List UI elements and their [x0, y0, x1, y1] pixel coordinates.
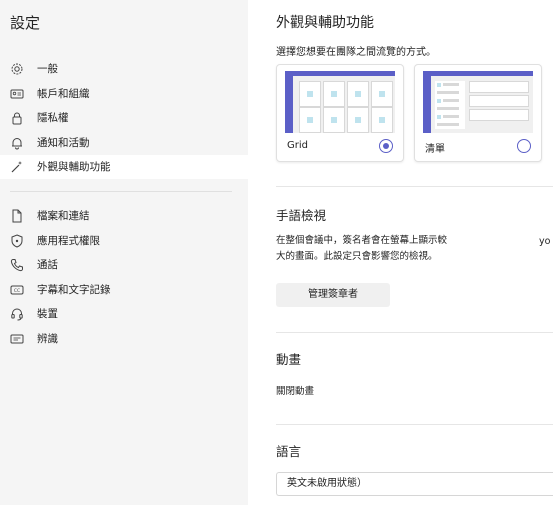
list-preview [423, 71, 533, 133]
sidebar-item-calls[interactable]: 通話 [0, 253, 248, 277]
sidebar-divider [10, 191, 232, 192]
turn-off-animation-option[interactable]: 關閉動畫 [276, 383, 314, 397]
sign-language-description-2: 大的畫面。此設定只會影響您的檢視。 [276, 251, 438, 262]
svg-text:CC: CC [14, 288, 20, 294]
language-select[interactable]: 英文未啟用狀態） [276, 472, 553, 496]
sidebar-item-label: 應用程式權限 [37, 235, 100, 247]
sidebar-item-label: 檔案和連結 [37, 210, 90, 222]
layout-option-grid[interactable]: Grid [276, 64, 404, 162]
settings-title: 設定 [10, 14, 41, 32]
sidebar-item-label: 辨識 [37, 333, 58, 345]
animation-heading: 動畫 [276, 352, 302, 367]
bell-icon [12, 138, 22, 150]
sign-language-description-1: 在整個會議中，簽名者會在螢幕上顯示較 [276, 235, 448, 246]
sidebar-item-general[interactable]: 一般 [0, 57, 248, 81]
sidebar-item-notifications[interactable]: 通知和活動 [0, 131, 248, 155]
layout-subtitle: 選擇您想要在團隊之間流覽的方式。 [276, 47, 436, 58]
lock-icon [12, 112, 22, 125]
recognition-icon [10, 334, 24, 344]
sidebar-item-label: 一般 [37, 63, 58, 75]
sidebar-item-label: 帳戶和組織 [37, 88, 90, 100]
list-radio[interactable] [517, 139, 531, 153]
file-icon [12, 209, 22, 223]
magic-wand-icon [11, 161, 22, 173]
grid-radio[interactable] [379, 139, 393, 153]
sidebar-item-label: 通話 [37, 259, 58, 271]
sidebar-item-recognition[interactable]: 辨識 [0, 327, 248, 351]
settings-content: 外觀與輔助功能 選擇您想要在團隊之間流覽的方式。 Grid 清單 手語檢視 在整… [248, 0, 553, 505]
headset-icon [11, 308, 23, 321]
sidebar-item-permissions[interactable]: 應用程式權限 [0, 229, 248, 253]
truncated-text: yo [539, 236, 551, 247]
section-divider [276, 332, 553, 333]
sidebar-item-devices[interactable]: 裝置 [0, 302, 248, 326]
sidebar-item-label: 字幕和文字記錄 [37, 284, 111, 296]
sidebar-item-label: 隱私權 [37, 112, 69, 124]
layout-option-label: 清單 [425, 144, 445, 155]
sidebar-item-privacy[interactable]: 隱私權 [0, 106, 248, 130]
sign-language-heading: 手語檢視 [276, 208, 327, 223]
manage-signers-button[interactable]: 管理簽章者 [276, 283, 390, 307]
sidebar-item-accounts[interactable]: 帳戶和組織 [0, 82, 248, 106]
shield-icon [11, 234, 23, 248]
language-heading: 語言 [276, 444, 302, 459]
captions-icon: CC [10, 285, 24, 295]
grid-preview [285, 71, 395, 133]
section-divider [276, 186, 553, 187]
sidebar-item-appearance[interactable]: 外觀與輔助功能 [0, 155, 248, 179]
phone-icon [10, 259, 23, 272]
layout-option-list[interactable]: 清單 [414, 64, 542, 162]
sidebar-item-label: 外觀與輔助功能 [37, 161, 111, 173]
sidebar-item-label: 裝置 [37, 308, 58, 320]
section-divider [276, 424, 553, 425]
gear-icon [11, 63, 23, 75]
sidebar-item-label: 通知和活動 [37, 137, 90, 149]
settings-sidebar: 設定 一般 帳戶和組織 隱私權 通知和活動 外觀與輔助功能 檔案和連結 應用程式… [0, 0, 248, 505]
page-title: 外觀與輔助功能 [276, 15, 374, 31]
layout-option-label: Grid [287, 140, 308, 151]
sidebar-item-captions[interactable]: CC 字幕和文字記錄 [0, 278, 248, 302]
id-card-icon [10, 89, 24, 99]
sidebar-item-files[interactable]: 檔案和連結 [0, 204, 248, 228]
